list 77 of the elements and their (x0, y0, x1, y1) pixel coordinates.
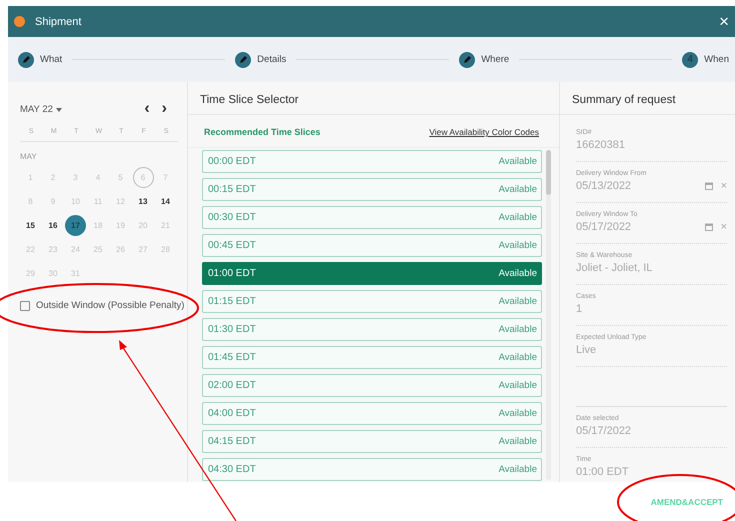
panel-title: Time Slice Selector (188, 82, 559, 115)
slot-time: 00:00 EDT (208, 156, 256, 167)
step-label[interactable]: Details (257, 54, 286, 65)
calendar-icon[interactable] (704, 182, 713, 190)
calendar-day[interactable]: 14 (155, 191, 176, 212)
slot-status: Available (498, 268, 537, 279)
field-value: 05/17/2022 (576, 425, 632, 437)
time-slot[interactable]: 00:00 EDT Available (202, 150, 542, 173)
checkbox-label: Outside Window (Possible Penalty) (36, 300, 184, 311)
slot-status: Available (498, 324, 537, 335)
amend-accept-button[interactable]: AMEND&ACCEPT (644, 496, 729, 508)
field-value: 05/17/2022 (576, 221, 632, 233)
slot-time: 04:30 EDT (208, 464, 256, 475)
slot-status: Available (498, 296, 537, 307)
field-value: Joliet - Joliet, IL (576, 262, 654, 274)
next-month-button[interactable]: › (156, 101, 173, 117)
field-value: 05/13/2022 (576, 180, 632, 192)
month-label: MAY (20, 152, 38, 161)
time-slot[interactable]: 04:00 EDT Available (202, 402, 542, 425)
field-value: 1 (576, 303, 584, 315)
calendar-day[interactable]: 17 (65, 215, 86, 236)
slot-status: Available (498, 156, 537, 167)
slot-time: 04:00 EDT (208, 408, 256, 419)
slot-time: 04:15 EDT (208, 436, 256, 447)
calendar-day[interactable]: 16 (42, 215, 64, 236)
slot-status: Available (498, 184, 537, 195)
color-codes-link[interactable]: View Availability Color Codes (429, 127, 539, 137)
slot-time: 00:45 EDT (208, 240, 256, 251)
step-label[interactable]: Where (481, 54, 510, 65)
slot-status: Available (498, 380, 537, 391)
slot-time: 01:00 EDT (208, 268, 256, 279)
slot-time: 00:30 EDT (208, 212, 256, 223)
slot-time: 01:30 EDT (208, 324, 256, 335)
checkbox[interactable] (20, 300, 30, 310)
time-slot[interactable]: 00:30 EDT Available (202, 206, 542, 229)
step-label[interactable]: What (40, 54, 62, 65)
step-number-badge: 4 (682, 52, 698, 68)
scrollbar-thumb[interactable] (546, 150, 551, 195)
slot-status: Available (498, 352, 537, 363)
close-button[interactable]: × (719, 13, 729, 30)
time-slot[interactable]: 04:30 EDT Available (202, 458, 542, 481)
calendar-day[interactable]: 15 (20, 215, 41, 236)
field-value: 01:00 EDT (576, 466, 630, 478)
field-value: 16620381 (576, 139, 626, 151)
slot-status: Available (498, 212, 537, 223)
pencil-icon (239, 56, 248, 64)
slot-time: 02:00 EDT (208, 380, 256, 391)
slot-status: Available (498, 436, 537, 447)
clear-button[interactable]: × (720, 180, 727, 192)
step-label[interactable]: When (704, 54, 729, 65)
time-slot[interactable]: 04:15 EDT Available (202, 430, 542, 453)
time-slot[interactable]: 02:00 EDT Available (202, 374, 542, 397)
time-slot[interactable]: 01:15 EDT Available (202, 290, 542, 313)
field-value: Live (576, 344, 598, 356)
month-selector[interactable]: MAY 22 (20, 104, 62, 114)
pencil-icon (22, 56, 30, 64)
calendar-icon[interactable] (704, 223, 713, 231)
time-slot[interactable]: 01:45 EDT Available (202, 346, 542, 369)
section-heading: Recommended Time Slices (204, 127, 320, 137)
time-slot[interactable]: 01:30 EDT Available (202, 318, 542, 341)
panel-title: Summary of request (560, 82, 735, 115)
time-slot[interactable]: 00:45 EDT Available (202, 234, 542, 257)
window-title: Shipment (35, 16, 82, 28)
caret-down-icon (56, 108, 62, 112)
slot-time: 01:45 EDT (208, 352, 256, 363)
clear-button[interactable]: × (720, 221, 727, 233)
slot-time: 00:15 EDT (208, 184, 256, 195)
pencil-icon (463, 56, 472, 64)
slot-status: Available (498, 408, 537, 419)
previous-month-button[interactable]: ‹ (138, 101, 156, 117)
slot-time: 01:15 EDT (208, 296, 256, 307)
status-dot-icon (14, 16, 25, 27)
calendar-day[interactable]: 13 (132, 191, 154, 212)
time-slot[interactable]: 00:15 EDT Available (202, 178, 542, 201)
slot-status: Available (498, 464, 537, 475)
time-slot[interactable]: 01:00 EDT Available (202, 262, 542, 285)
slot-status: Available (498, 240, 537, 251)
